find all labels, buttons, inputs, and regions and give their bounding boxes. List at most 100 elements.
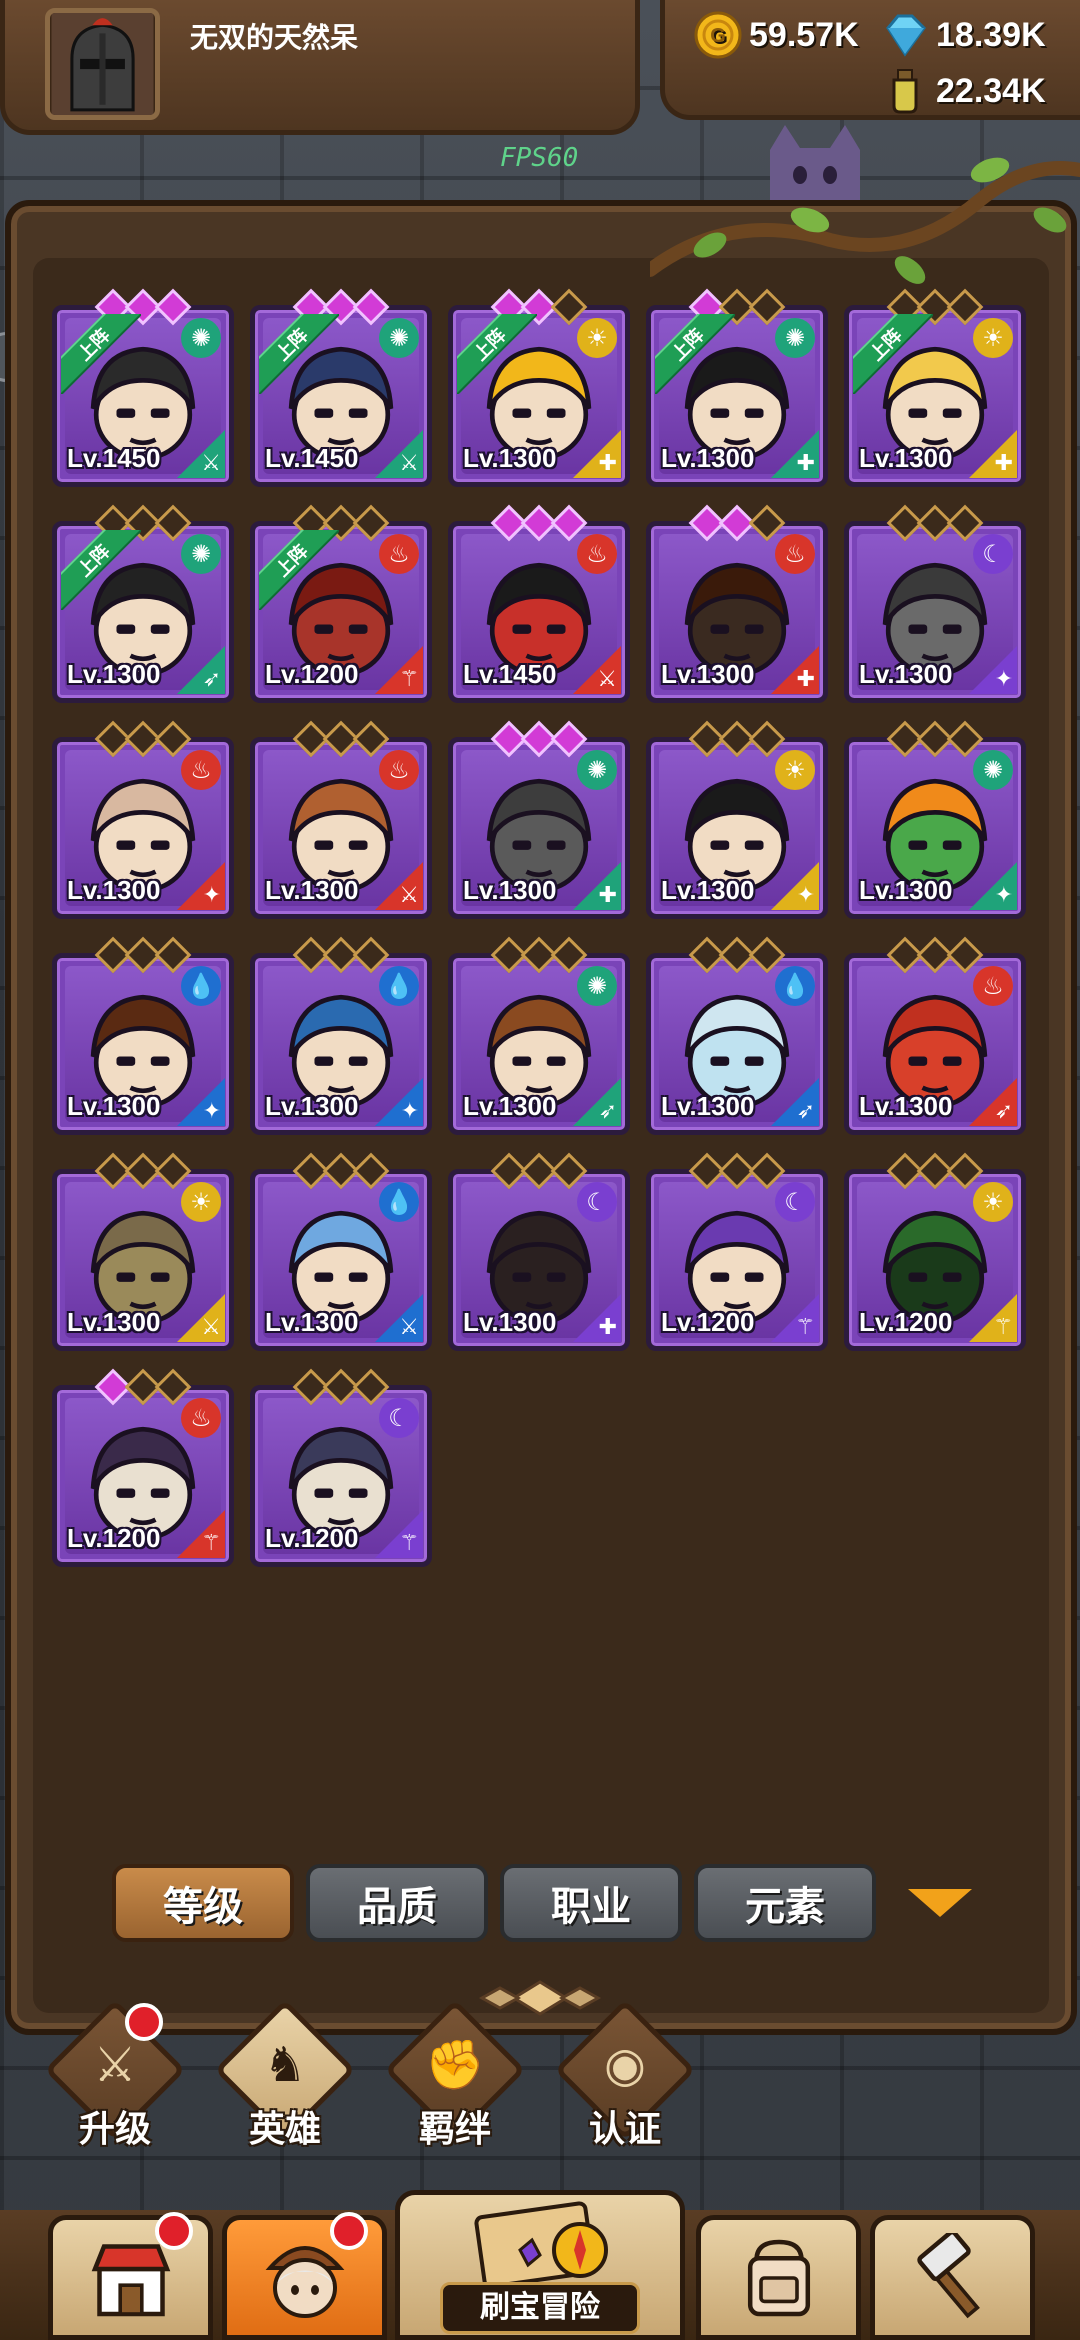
star-icon [946, 936, 984, 974]
dark-element-icon: ☾ [973, 534, 1013, 574]
star-rating [57, 720, 229, 758]
hero-subnav: ⚔ 升级 ♞ 英雄 ✊ 羁绊 ◉ 认证 [30, 1999, 710, 2150]
gold-currency[interactable]: G 59.57K [693, 10, 859, 60]
hero-card[interactable]: 💧 ➶ Lv.1300 [646, 936, 828, 1135]
handshake-icon: ✊ [425, 2037, 485, 2093]
hero-card[interactable]: 上阵 ✺ ➶ Lv.1300 [52, 504, 234, 703]
hero-card[interactable]: 上阵 ✺ ⚔ Lv.1450 [250, 288, 432, 487]
potion-currency[interactable]: 22.34K [880, 66, 1046, 116]
filter-tab-level[interactable]: 等级 [112, 1864, 294, 1942]
hero-card[interactable]: ☀ ✦ Lv.1300 [646, 720, 828, 919]
star-rating [255, 1368, 427, 1406]
subnav-upgrade[interactable]: ⚔ 升级 [30, 1999, 186, 2150]
hero-level: Lv.1200 [265, 659, 359, 689]
star-rating [453, 936, 625, 974]
subnav-certify[interactable]: ◉ 认证 [540, 1999, 696, 2150]
star-icon [154, 936, 192, 974]
hero-card[interactable]: 💧 ⚔ Lv.1300 [250, 1152, 432, 1351]
star-rating [849, 504, 1021, 542]
hero-card[interactable]: ☀ ⚔ Lv.1300 [52, 1152, 234, 1351]
hero-card[interactable]: ♨ ✚ Lv.1300 [646, 504, 828, 703]
water-element-icon: 💧 [181, 966, 221, 1006]
star-rating [651, 1152, 823, 1190]
subnav-upgrade-label: 升级 [78, 2109, 151, 2150]
subnav-bond[interactable]: ✊ 羁绊 [370, 1999, 526, 2150]
star-rating [57, 1152, 229, 1190]
hero-card[interactable]: 上阵 ☀ ✚ Lv.1300 [844, 288, 1026, 487]
hero-level: Lv.1450 [265, 443, 359, 473]
filter-expand-arrow-icon[interactable] [908, 1889, 972, 1917]
hero-level: Lv.1300 [859, 1091, 953, 1121]
hero-card[interactable]: ✺ ➶ Lv.1300 [448, 936, 630, 1135]
star-icon [550, 288, 588, 326]
hero-level: Lv.1300 [463, 1307, 557, 1337]
hero-card[interactable]: 💧 ✦ Lv.1300 [250, 936, 432, 1135]
nav-bag[interactable] [696, 2215, 861, 2340]
hero-card[interactable]: 上阵 ✺ ✚ Lv.1300 [646, 288, 828, 487]
wind-element-icon: ✺ [181, 534, 221, 574]
hero-icon: ♞ [263, 2037, 307, 2093]
filter-tab-class[interactable]: 职业 [500, 1864, 682, 1942]
star-rating [453, 504, 625, 542]
notification-badge [155, 2212, 193, 2250]
star-icon [946, 504, 984, 542]
hero-card[interactable]: ☀ ⚚ Lv.1200 [844, 1152, 1026, 1351]
hero-card[interactable]: 上阵 ✺ ⚔ Lv.1450 [52, 288, 234, 487]
star-icon [550, 1152, 588, 1190]
hero-card[interactable]: ♨ ⚔ Lv.1450 [448, 504, 630, 703]
deployed-label: 上阵 [61, 314, 141, 394]
hero-level: Lv.1300 [859, 443, 953, 473]
fire-element-icon: ♨ [379, 534, 419, 574]
deployed-ribbon: 上阵 [259, 530, 339, 610]
hero-level: Lv.1200 [67, 1523, 161, 1553]
hero-card[interactable]: ☾ ✚ Lv.1300 [448, 1152, 630, 1351]
star-rating [255, 720, 427, 758]
fire-element-icon: ♨ [775, 534, 815, 574]
hero-card[interactable]: ♨ ⚔ Lv.1300 [250, 720, 432, 919]
player-name: 无双的天然呆 [190, 21, 359, 54]
filter-tab-element[interactable]: 元素 [694, 1864, 876, 1942]
nav-forge[interactable] [870, 2215, 1035, 2340]
subnav-hero[interactable]: ♞ 英雄 [200, 1999, 356, 2150]
hero-level: Lv.1300 [859, 659, 953, 689]
hero-card[interactable]: 上阵 ☀ ✚ Lv.1300 [448, 288, 630, 487]
star-icon [352, 1368, 390, 1406]
diamond-currency[interactable]: 18.39K [880, 10, 1046, 60]
water-element-icon: 💧 [775, 966, 815, 1006]
hero-card[interactable]: 💧 ✦ Lv.1300 [52, 936, 234, 1135]
star-icon [946, 288, 984, 326]
star-rating [255, 1152, 427, 1190]
hero-card[interactable]: ✺ ✦ Lv.1300 [844, 720, 1026, 919]
deployed-ribbon: 上阵 [61, 530, 141, 610]
hero-level: Lv.1300 [265, 1091, 359, 1121]
hero-card[interactable]: ☾ ⚚ Lv.1200 [250, 1368, 432, 1567]
hero-level: Lv.1300 [661, 659, 755, 689]
deployed-label: 上阵 [457, 314, 537, 394]
hero-card[interactable]: ☾ ⚚ Lv.1200 [646, 1152, 828, 1351]
filter-tabs: 等级 品质 职业 元素 [112, 1864, 972, 1942]
subnav-hero-label: 英雄 [248, 2109, 321, 2150]
wind-element-icon: ✺ [181, 318, 221, 358]
hero-card[interactable]: ☾ ✦ Lv.1300 [844, 504, 1026, 703]
hero-card[interactable]: ♨ ⚚ Lv.1200 [52, 1368, 234, 1567]
hero-card[interactable]: ♨ ✦ Lv.1300 [52, 720, 234, 919]
star-icon [946, 1152, 984, 1190]
hero-card[interactable]: 上阵 ♨ ⚚ Lv.1200 [250, 504, 432, 703]
fire-element-icon: ♨ [181, 1398, 221, 1438]
star-icon [154, 1368, 192, 1406]
hero-level: Lv.1300 [67, 1307, 161, 1337]
player-avatar[interactable] [45, 8, 160, 120]
wind-element-icon: ✺ [775, 318, 815, 358]
star-rating [849, 720, 1021, 758]
wind-element-icon: ✺ [379, 318, 419, 358]
filter-tab-quality[interactable]: 品质 [306, 1864, 488, 1942]
star-rating [453, 1152, 625, 1190]
potion-icon [892, 69, 918, 114]
dark-element-icon: ☾ [577, 1182, 617, 1222]
star-rating [651, 504, 823, 542]
hero-level: Lv.1450 [463, 659, 557, 689]
star-rating [651, 936, 823, 974]
hero-card[interactable]: ♨ ➶ Lv.1300 [844, 936, 1026, 1135]
deployed-ribbon: 上阵 [259, 314, 339, 394]
hero-card[interactable]: ✺ ✚ Lv.1300 [448, 720, 630, 919]
